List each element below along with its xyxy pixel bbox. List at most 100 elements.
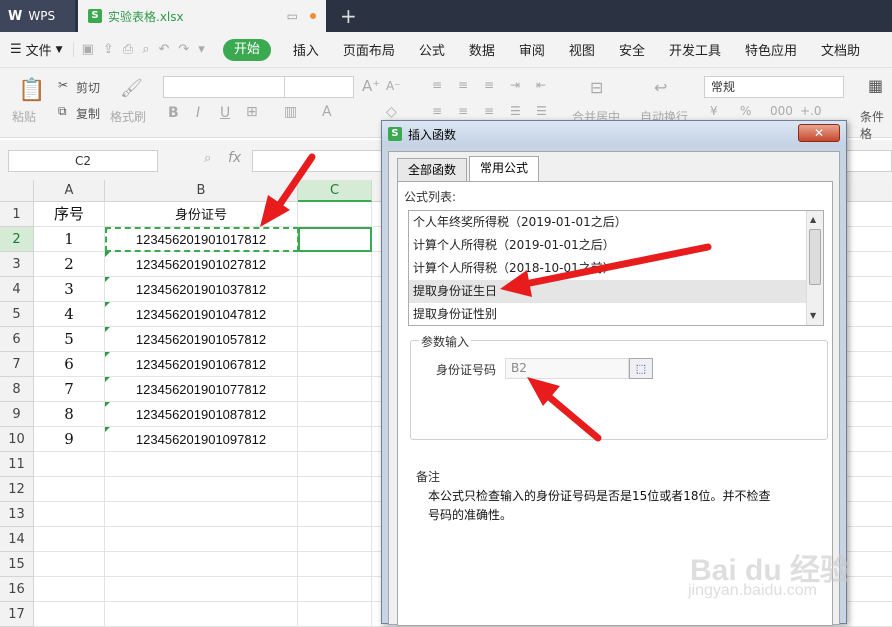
align-top-icon[interactable]: ≡ — [432, 78, 442, 92]
print-preview-icon[interactable]: ⌕ — [142, 42, 149, 57]
cell[interactable] — [105, 527, 298, 552]
align-left-icon[interactable]: ≡ — [432, 104, 442, 118]
row-header[interactable]: 16 — [0, 577, 34, 602]
formula-item[interactable]: 个人年终奖所得税（2019-01-01之后） — [409, 211, 807, 234]
row-header[interactable]: 12 — [0, 477, 34, 502]
format-painter-icon[interactable]: 🖌 — [120, 78, 143, 99]
cell[interactable] — [298, 527, 372, 552]
cell[interactable] — [298, 602, 372, 627]
cell[interactable]: 6 — [34, 352, 105, 377]
cell[interactable] — [298, 302, 372, 327]
cell[interactable]: 123456201901097812 — [105, 427, 298, 452]
cell[interactable]: 123456201901047812 — [105, 302, 298, 327]
customize-icon[interactable]: ▾ — [198, 42, 205, 57]
tab-formulas[interactable]: 公式 — [407, 40, 457, 59]
cell[interactable] — [34, 477, 105, 502]
document-tab[interactable]: S 实验表格.xlsx ▭ — [78, 0, 326, 32]
italic-icon[interactable]: I — [196, 105, 200, 121]
zoom-icon[interactable]: ⌕ — [204, 151, 211, 166]
decimal-increase-icon[interactable]: +.0 — [800, 104, 822, 118]
cell[interactable]: 4 — [34, 302, 105, 327]
align-middle-icon[interactable]: ≡ — [458, 78, 468, 92]
column-header-b[interactable]: B — [105, 180, 298, 202]
paste-button[interactable]: 粘贴 — [12, 108, 36, 125]
cell[interactable]: 123456201901027812 — [105, 252, 298, 277]
cell[interactable] — [105, 452, 298, 477]
cell[interactable] — [34, 527, 105, 552]
cell[interactable] — [298, 402, 372, 427]
new-tab-button[interactable]: + — [340, 4, 357, 28]
fill-color-icon[interactable]: ▥ — [284, 104, 297, 120]
thousands-icon[interactable]: 000 — [770, 104, 793, 118]
select-all-corner[interactable] — [0, 180, 34, 202]
cell[interactable]: 8 — [34, 402, 105, 427]
align-bottom-icon[interactable]: ≡ — [484, 78, 494, 92]
row-header[interactable]: 3 — [0, 252, 34, 277]
tab-security[interactable]: 安全 — [607, 40, 657, 59]
scroll-down-icon[interactable]: ▼ — [810, 311, 816, 320]
border-icon[interactable]: ⊞ — [246, 104, 258, 120]
formula-item[interactable]: 计算个人所得税（2018-10-01之前） — [409, 257, 807, 280]
cell[interactable]: 5 — [34, 327, 105, 352]
redo-icon[interactable]: ↷ — [178, 42, 189, 57]
tab-all-functions[interactable]: 全部函数 — [397, 158, 468, 182]
row-header[interactable]: 14 — [0, 527, 34, 552]
cell[interactable] — [105, 502, 298, 527]
active-cell-c2[interactable] — [298, 227, 372, 252]
cell[interactable] — [298, 327, 372, 352]
cut-button[interactable]: 剪切 — [76, 79, 100, 96]
tab-review[interactable]: 审阅 — [507, 40, 557, 59]
row-header[interactable]: 8 — [0, 377, 34, 402]
print-icon[interactable]: ⎙ — [123, 42, 133, 57]
cell[interactable] — [298, 202, 372, 227]
cell[interactable] — [298, 427, 372, 452]
paste-icon[interactable]: 📋 — [18, 78, 45, 103]
cell[interactable] — [34, 602, 105, 627]
cell[interactable]: 123456201901087812 — [105, 402, 298, 427]
cell[interactable]: 123456201901037812 — [105, 277, 298, 302]
cell[interactable] — [105, 602, 298, 627]
row-header[interactable]: 1 — [0, 202, 34, 227]
currency-icon[interactable]: ¥ — [710, 104, 718, 118]
cell[interactable]: 2 — [34, 252, 105, 277]
undo-icon[interactable]: ↶ — [158, 42, 169, 57]
cell[interactable] — [298, 277, 372, 302]
monitor-icon[interactable]: ▭ — [287, 9, 298, 23]
merge-center-icon[interactable]: ⊟ — [590, 78, 603, 97]
tab-doc-assistant[interactable]: 文档助 — [809, 40, 860, 59]
outdent-icon[interactable]: ⇤ — [536, 78, 546, 92]
percent-icon[interactable]: % — [740, 104, 751, 118]
name-box[interactable]: C2 — [8, 150, 158, 172]
cell[interactable] — [298, 577, 372, 602]
row-header[interactable]: 7 — [0, 352, 34, 377]
cell[interactable] — [105, 477, 298, 502]
conditional-format-icon[interactable]: ▦ — [868, 76, 883, 95]
cell[interactable] — [298, 502, 372, 527]
font-size-select[interactable] — [284, 76, 354, 98]
share-icon[interactable]: ⇪ — [103, 42, 114, 57]
cell[interactable]: 123456201901077812 — [105, 377, 298, 402]
file-menu[interactable]: ☰ 文件 ▼ — [0, 40, 73, 59]
distribute-icon[interactable]: ☰ — [536, 104, 547, 118]
tab-special[interactable]: 特色应用 — [733, 40, 809, 59]
clear-icon[interactable]: ◇ — [386, 104, 397, 120]
cut-icon[interactable]: ✂ — [58, 78, 68, 92]
indent-icon[interactable]: ⇥ — [510, 78, 520, 92]
underline-icon[interactable]: U — [220, 105, 230, 121]
cell[interactable] — [105, 552, 298, 577]
close-button[interactable]: ✕ — [798, 124, 840, 142]
cell[interactable] — [34, 552, 105, 577]
cell[interactable] — [298, 552, 372, 577]
tab-view[interactable]: 视图 — [557, 40, 607, 59]
tab-data[interactable]: 数据 — [457, 40, 507, 59]
list-scrollbar[interactable]: ▲ ▼ — [806, 211, 823, 325]
row-header[interactable]: 6 — [0, 327, 34, 352]
align-center-icon[interactable]: ≡ — [458, 104, 468, 118]
formula-item[interactable]: 计算个人所得税（2019-01-01之后） — [409, 234, 807, 257]
tab-developer[interactable]: 开发工具 — [657, 40, 733, 59]
formula-list[interactable]: 个人年终奖所得税（2019-01-01之后） 计算个人所得税（2019-01-0… — [408, 210, 824, 326]
bold-icon[interactable]: B — [168, 105, 179, 121]
row-header[interactable]: 13 — [0, 502, 34, 527]
row-header[interactable]: 10 — [0, 427, 34, 452]
copy-icon[interactable]: ⧉ — [58, 104, 67, 119]
